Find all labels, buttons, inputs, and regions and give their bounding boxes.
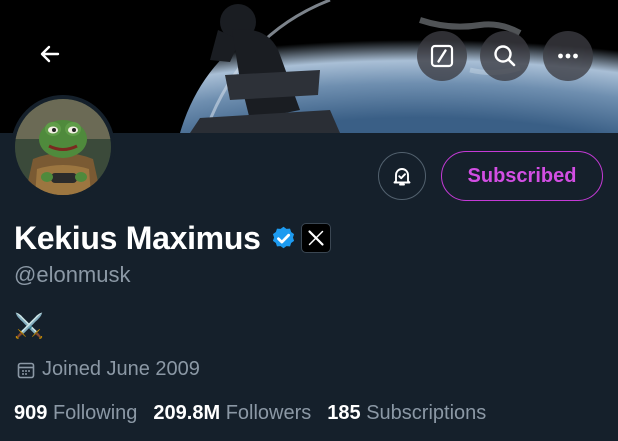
avatar[interactable] [11, 95, 115, 199]
followers-label: Followers [225, 402, 312, 424]
notifications-button[interactable] [378, 152, 426, 200]
followers-link[interactable]: 209.8M Followers [153, 402, 311, 425]
following-link[interactable]: 909 Following [14, 402, 137, 425]
subscriptions-link[interactable]: 185 Subscriptions [327, 402, 486, 425]
more-button[interactable] [543, 31, 593, 81]
bio: ⚔️ [14, 313, 44, 340]
name-row: Kekius Maximus [14, 216, 331, 260]
handle: @elonmusk [14, 262, 131, 287]
profile-stats: 909 Following 209.8M Followers 185 Subsc… [14, 402, 502, 425]
subscriptions-label: Subscriptions [366, 402, 487, 424]
search-button[interactable] [480, 31, 530, 81]
slash-box-icon [430, 44, 454, 68]
joined-label: Joined June 2009 [42, 358, 200, 380]
search-icon [494, 45, 516, 67]
subscriptions-count: 185 [327, 402, 361, 424]
x-logo-badge[interactable] [300, 223, 331, 253]
bell-check-icon [393, 168, 411, 186]
arrow-left-icon [40, 45, 60, 63]
following-count: 909 [14, 402, 48, 424]
calendar-icon [17, 362, 35, 378]
compose-button[interactable] [417, 31, 467, 81]
following-label: Following [52, 402, 138, 424]
back-button[interactable] [28, 34, 72, 74]
followers-count: 209.8M [153, 402, 221, 424]
x-logo-icon [307, 230, 324, 246]
joined-date: Joined June 2009 [16, 358, 200, 381]
display-name: Kekius Maximus [14, 219, 261, 256]
subscribed-button[interactable]: Subscribed [441, 151, 603, 201]
more-horizontal-icon [558, 53, 578, 59]
verified-badge-icon[interactable] [270, 225, 297, 252]
